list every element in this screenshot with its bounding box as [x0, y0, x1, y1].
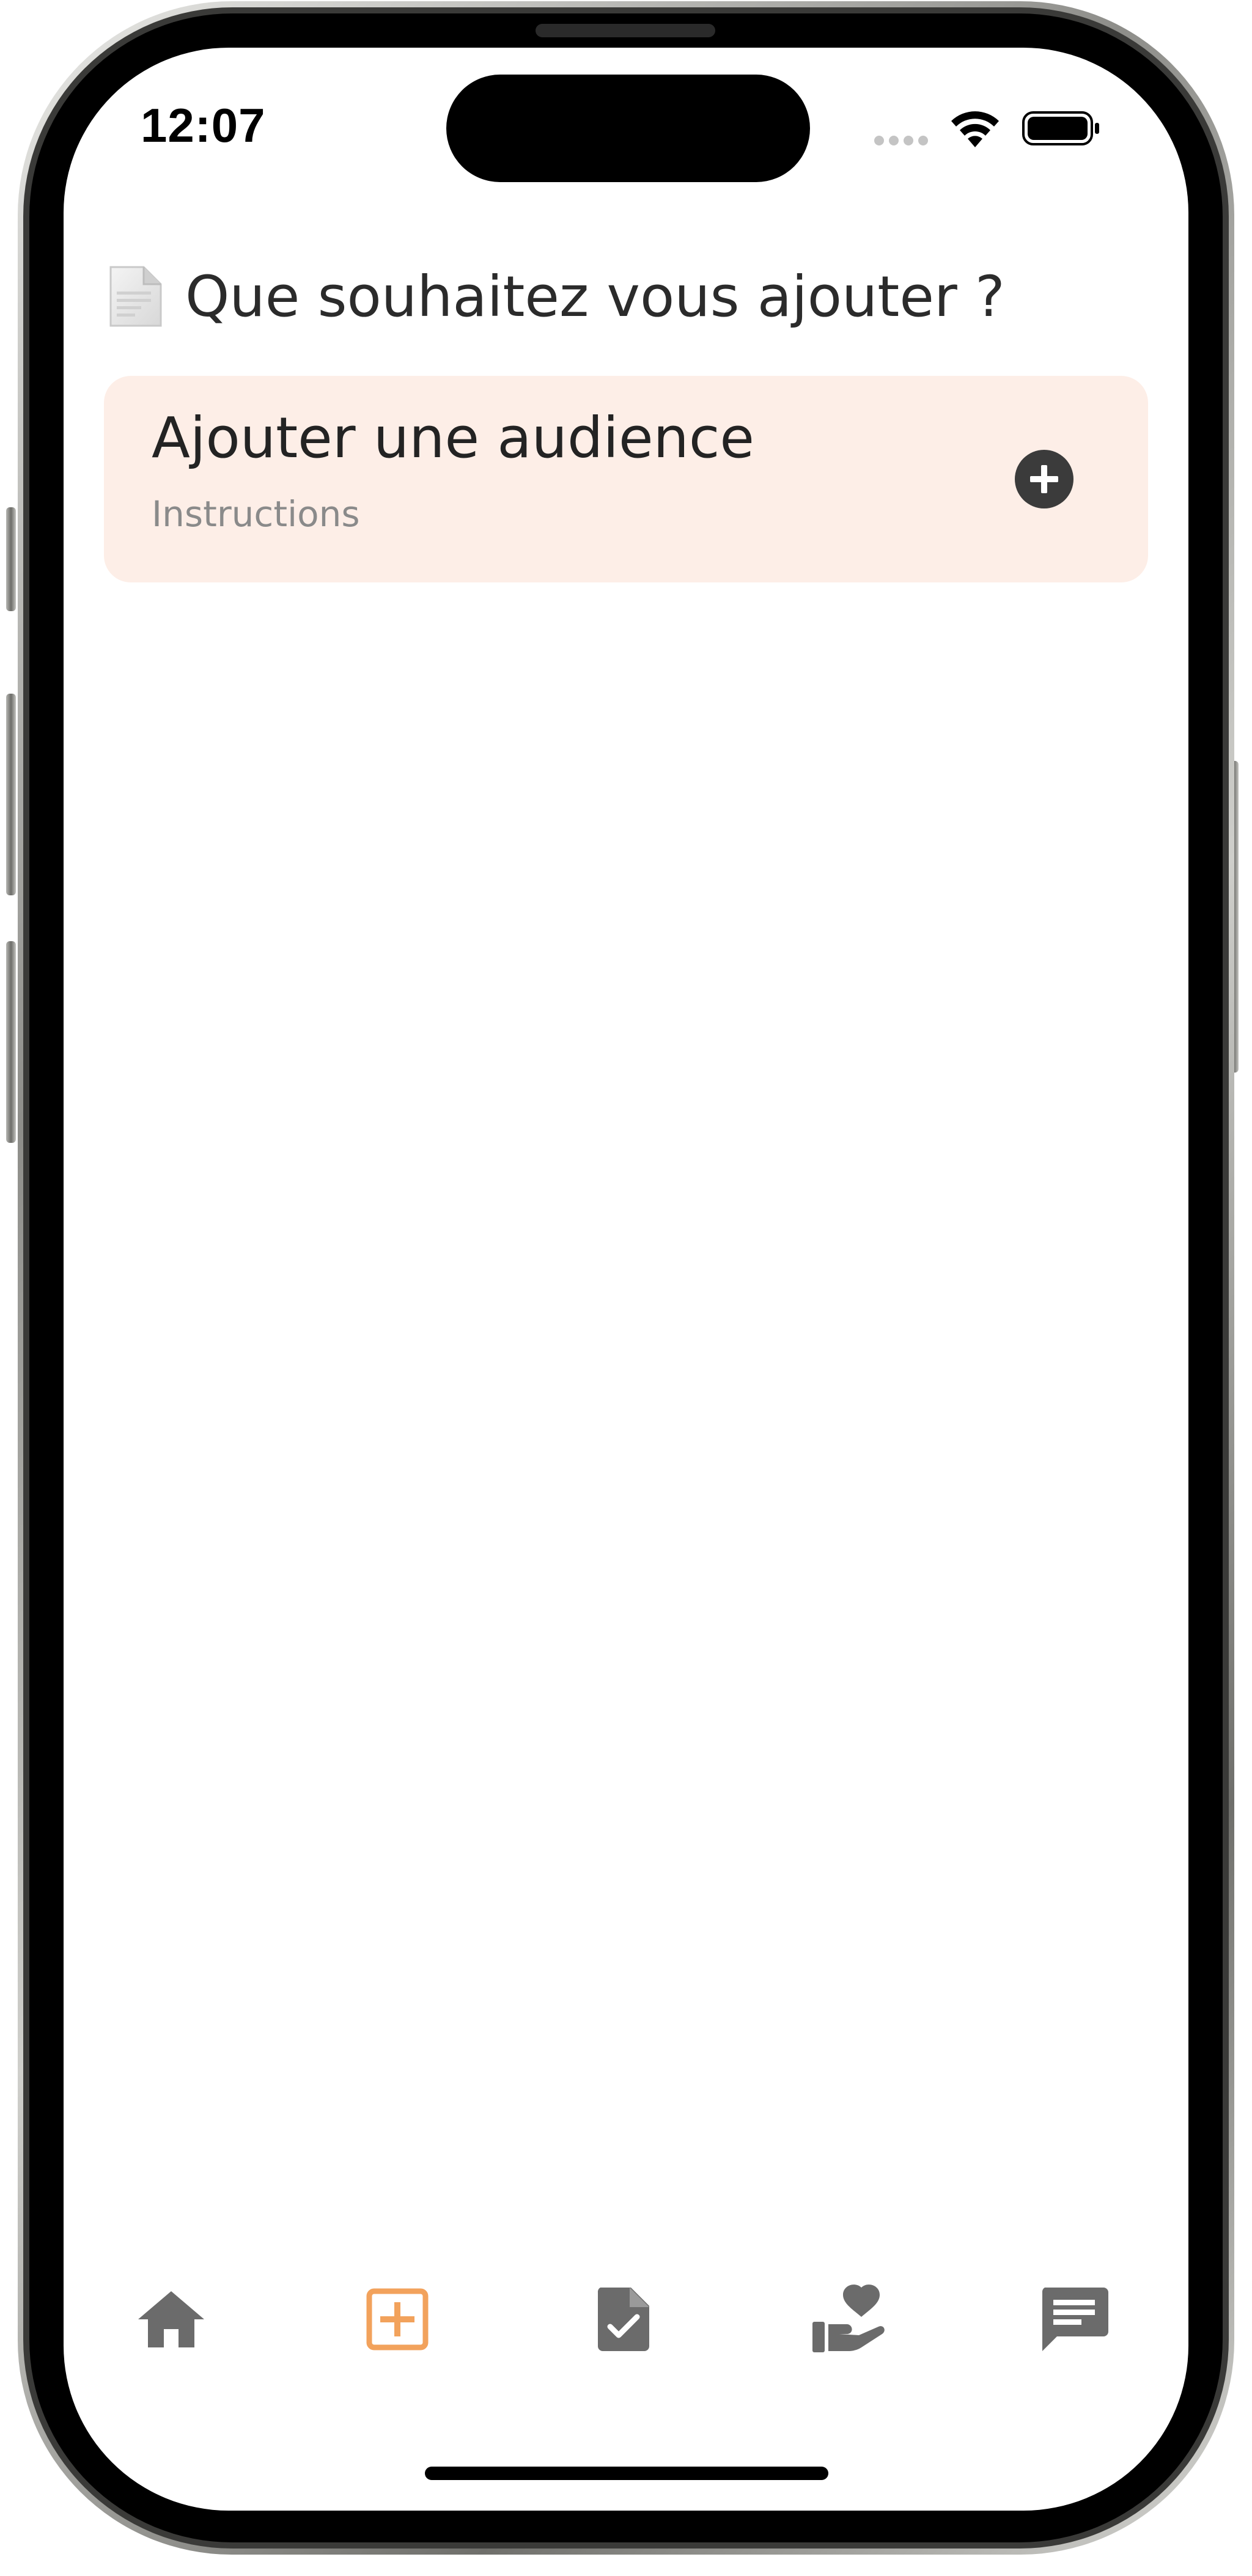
volume-down-button	[6, 941, 16, 1143]
home-indicator[interactable]	[425, 2467, 828, 2480]
tab-care[interactable]	[808, 2280, 888, 2359]
tab-documents[interactable]	[584, 2280, 663, 2359]
card-subtitle: Instructions	[152, 493, 360, 535]
wifi-icon	[951, 111, 999, 147]
app-screenshot: 12:07 Que souhaitez vous ajouter ? Ajout…	[0, 0, 1252, 2576]
tab-home[interactable]	[131, 2280, 211, 2359]
action-button	[6, 507, 16, 611]
add-audience-card[interactable]: Ajouter une audience Instructions	[104, 376, 1148, 582]
home-icon	[138, 2291, 204, 2347]
earpiece-speaker	[536, 24, 715, 37]
card-title: Ajouter une audience	[152, 405, 755, 471]
status-time: 12:07	[141, 98, 266, 152]
document-emoji-icon	[109, 266, 162, 327]
hand-heart-icon	[812, 2284, 885, 2352]
chat-icon	[1042, 2288, 1108, 2351]
tab-messages[interactable]	[1034, 2280, 1114, 2359]
plus-square-icon	[366, 2288, 429, 2350]
dynamic-island	[446, 75, 810, 182]
page-header: Que souhaitez vous ajouter ?	[107, 260, 1005, 333]
document-check-icon	[597, 2288, 649, 2351]
cellular-signal-icon	[874, 136, 935, 145]
tab-add[interactable]	[358, 2280, 437, 2359]
volume-up-button	[6, 694, 16, 895]
plus-circle-icon[interactable]	[1014, 449, 1074, 509]
page-title: Que souhaitez vous ajouter ?	[185, 263, 1005, 329]
battery-icon	[1022, 111, 1099, 145]
